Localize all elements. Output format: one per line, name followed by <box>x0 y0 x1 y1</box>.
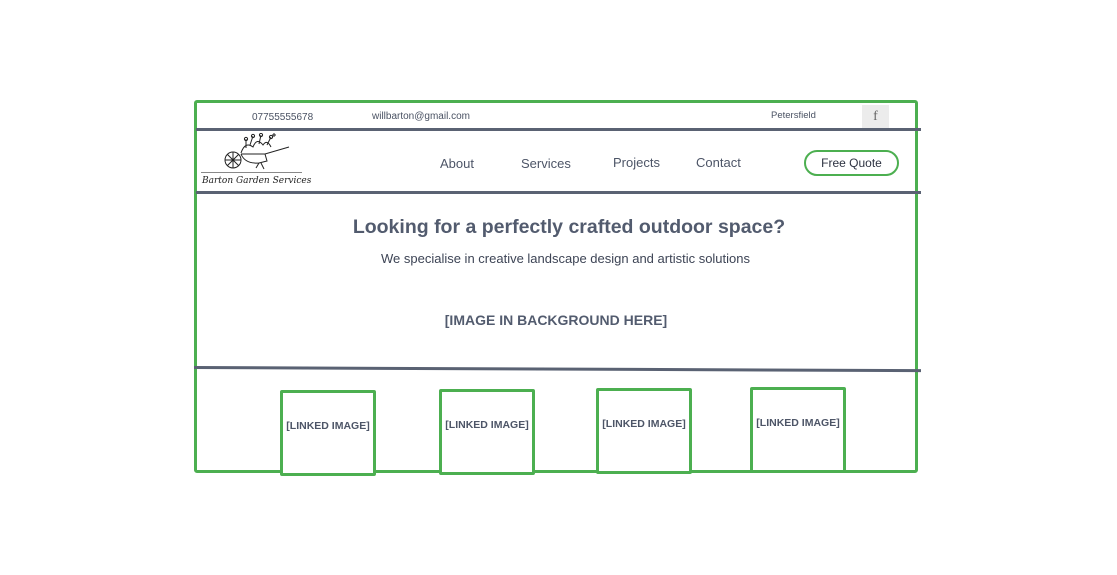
free-quote-button[interactable]: Free Quote <box>804 150 899 176</box>
hero-image-placeholder: [IMAGE IN BACKGROUND HERE] <box>444 312 668 328</box>
linked-image-tile-1[interactable]: [LINKED IMAGE] <box>280 390 376 476</box>
email-link[interactable]: willbarton@gmail.com <box>372 111 470 122</box>
nav-services[interactable]: Services <box>521 156 571 171</box>
logo-rule-top <box>201 172 302 173</box>
facebook-glyph: f <box>873 109 878 124</box>
tile-label: [LINKED IMAGE] <box>756 417 840 429</box>
nav-contact[interactable]: Contact <box>696 155 741 170</box>
hero-subtitle: We specialise in creative landscape desi… <box>380 251 750 266</box>
nav-projects[interactable]: Projects <box>613 155 660 170</box>
nav-divider <box>196 191 921 194</box>
tile-label: [LINKED IMAGE] <box>602 418 686 430</box>
linked-image-tile-3[interactable]: [LINKED IMAGE] <box>596 388 692 474</box>
logo-text: Barton Garden Services <box>202 176 312 186</box>
hero-title: Looking for a perfectly crafted outdoor … <box>352 216 786 238</box>
nav-about[interactable]: About <box>440 156 474 171</box>
facebook-icon[interactable]: f <box>862 105 889 129</box>
tile-label: [LINKED IMAGE] <box>445 419 529 431</box>
linked-image-tile-4[interactable]: [LINKED IMAGE] <box>750 387 846 473</box>
linked-image-tile-2[interactable]: [LINKED IMAGE] <box>439 389 535 475</box>
tile-label: [LINKED IMAGE] <box>286 420 370 432</box>
phone-number[interactable]: 07755555678 <box>252 112 313 123</box>
location-label: Petersfield <box>771 110 816 121</box>
topbar-divider <box>196 128 921 131</box>
